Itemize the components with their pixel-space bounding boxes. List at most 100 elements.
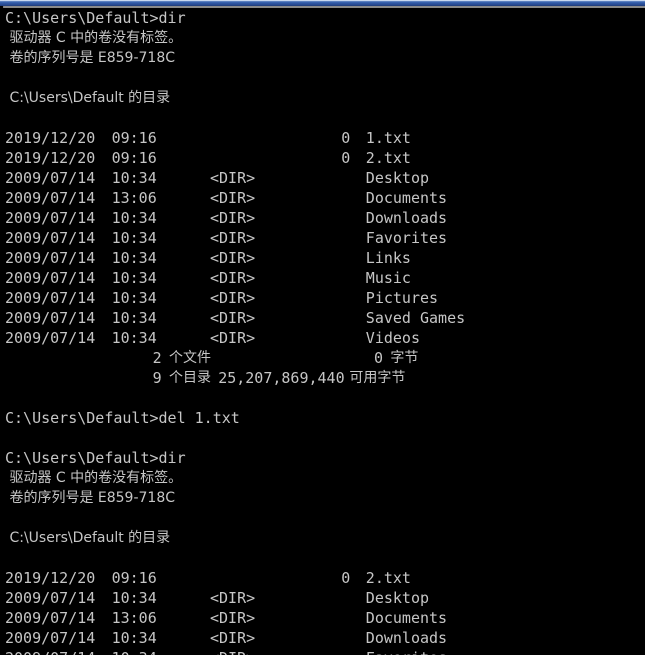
file-date: 2019/12/20: [5, 149, 96, 167]
summary-dirs-line: 9 个目录 25,207,869,440 可用字节: [0, 368, 645, 388]
dir-tag: <DIR>: [210, 189, 256, 207]
directory-header-2-text: C:\Users\Default 的目录: [5, 530, 171, 546]
summary-files-bytes: 0: [374, 349, 384, 367]
dir-tag: <DIR>: [210, 309, 256, 327]
file-name: Favorites: [366, 648, 447, 655]
summary-files-count: 2: [152, 349, 162, 367]
prompt-line: C:\Users\Default>dir: [0, 8, 645, 28]
dir-tag: <DIR>: [210, 629, 256, 647]
file-time: 10:34: [111, 309, 157, 327]
table-row: 2019/12/20 09:16 0 1.txt: [0, 128, 645, 148]
dir-tag: <DIR>: [210, 229, 256, 247]
table-row: 2009/07/14 10:34 <DIR> Links: [0, 248, 645, 268]
volume-no-label-2-text: 驱动器 C 中的卷没有标签。: [5, 470, 183, 486]
file-name: Downloads: [365, 209, 448, 227]
dir-tag: <DIR>: [210, 169, 256, 187]
command-del: C:\Users\Default>del 1.txt: [5, 409, 240, 427]
file-time: 13:06: [111, 189, 157, 207]
file-time: 09:16: [111, 569, 157, 587]
file-size: 0: [341, 149, 351, 167]
summary-dirs-label: 个目录: [169, 370, 211, 386]
dir-tag: <DIR>: [210, 209, 256, 227]
dir-tag: <DIR>: [210, 269, 256, 287]
file-name: Videos: [365, 329, 420, 347]
summary-free-bytes: 25,207,869,440: [218, 369, 345, 387]
file-time: 10:34: [111, 589, 157, 607]
volume-no-label-text: 驱动器 C 中的卷没有标签。: [5, 30, 183, 46]
file-date: 2009/07/14: [5, 209, 96, 227]
file-time: 10:34: [111, 249, 157, 267]
dir-tag: <DIR>: [210, 589, 256, 607]
summary-bytes-label: 字节: [390, 350, 419, 366]
file-date: 2009/07/14: [5, 289, 96, 307]
file-date: 2009/07/14: [5, 229, 96, 247]
table-row: 2009/07/14 10:34 <DIR> Favorites: [0, 228, 645, 248]
summary-dirs-count: 9: [152, 369, 162, 387]
file-date: 2019/12/20: [5, 569, 96, 587]
volume-no-label: 驱动器 C 中的卷没有标签。: [0, 28, 645, 48]
file-time: 10:34: [111, 229, 157, 247]
file-name: 1.txt: [365, 129, 411, 147]
file-date: 2009/07/14: [5, 609, 96, 627]
file-name: Links: [365, 249, 411, 267]
file-date: 2009/07/14: [5, 648, 95, 655]
file-time: 10:34: [111, 169, 157, 187]
dir-tag: <DIR>: [210, 249, 256, 267]
console-output-area[interactable]: C:\Users\Default>dir 驱动器 C 中的卷没有标签。 卷的序列…: [0, 8, 645, 655]
file-time: 10:34: [111, 329, 157, 347]
file-name: 2.txt: [365, 569, 411, 587]
table-row: 2009/07/14 10:34 <DIR> Saved Games: [0, 308, 645, 328]
command-dir-1: C:\Users\Default>dir: [5, 9, 186, 27]
dir-tag: <DIR>: [210, 289, 256, 307]
volume-no-label-2: 驱动器 C 中的卷没有标签。: [0, 468, 645, 488]
directory-header-1-text: C:\Users\Default 的目录: [5, 90, 171, 106]
file-time: 10:34: [112, 648, 157, 655]
file-name: Saved Games: [365, 309, 466, 327]
directory-header-1: C:\Users\Default 的目录: [0, 88, 645, 108]
table-row: 2009/07/14 10:34 <DIR> Desktop: [0, 168, 645, 188]
volume-serial-2-text: 卷的序列号是 E859-718C: [5, 490, 176, 506]
prompt-line: C:\Users\Default>dir: [0, 448, 645, 468]
file-name: Downloads: [365, 629, 448, 647]
table-row: 2009/07/14 10:34 <DIR> Favorites: [0, 648, 645, 655]
file-time: 09:16: [111, 129, 157, 147]
table-row: 2019/12/20 09:16 0 2.txt: [0, 568, 645, 588]
file-time: 10:34: [111, 269, 157, 287]
file-time: 09:16: [111, 149, 157, 167]
file-name: Documents: [365, 609, 448, 627]
file-name: 2.txt: [365, 149, 411, 167]
file-name: Music: [365, 269, 411, 287]
summary-files-line: 2 个文件 0 字节: [0, 348, 645, 368]
title-bar-highlight: [0, 0, 645, 1]
command-dir-2: C:\Users\Default>dir: [5, 449, 186, 467]
volume-serial-2: 卷的序列号是 E859-718C: [0, 488, 645, 508]
file-date: 2009/07/14: [5, 269, 96, 287]
volume-serial: 卷的序列号是 E859-718C: [0, 48, 645, 68]
dir-tag: <DIR>: [210, 329, 256, 347]
file-name: Pictures: [365, 289, 439, 307]
command-prompt-window[interactable]: C:\Users\Default>dir 驱动器 C 中的卷没有标签。 卷的序列…: [0, 0, 645, 655]
dir-tag: <DIR>: [210, 609, 256, 627]
summary-free-label: 可用字节: [349, 370, 406, 386]
file-date: 2009/07/14: [5, 309, 96, 327]
file-date: 2009/07/14: [5, 169, 96, 187]
file-time: 10:34: [111, 209, 157, 227]
table-row: 2009/07/14 10:34 <DIR> Downloads: [0, 628, 645, 648]
file-date: 2009/07/14: [5, 589, 96, 607]
directory-header-2: C:\Users\Default 的目录: [0, 528, 645, 548]
prompt-line: C:\Users\Default>del 1.txt: [0, 408, 645, 428]
file-date: 2009/07/14: [5, 629, 96, 647]
file-time: 10:34: [111, 289, 157, 307]
table-row: 2009/07/14 10:34 <DIR> Videos: [0, 328, 645, 348]
file-time: 10:34: [111, 629, 157, 647]
file-date: 2019/12/20: [5, 129, 96, 147]
file-time: 13:06: [111, 609, 157, 627]
file-name: Documents: [365, 189, 448, 207]
dir-tag: <DIR>: [210, 648, 255, 655]
file-date: 2009/07/14: [5, 329, 96, 347]
